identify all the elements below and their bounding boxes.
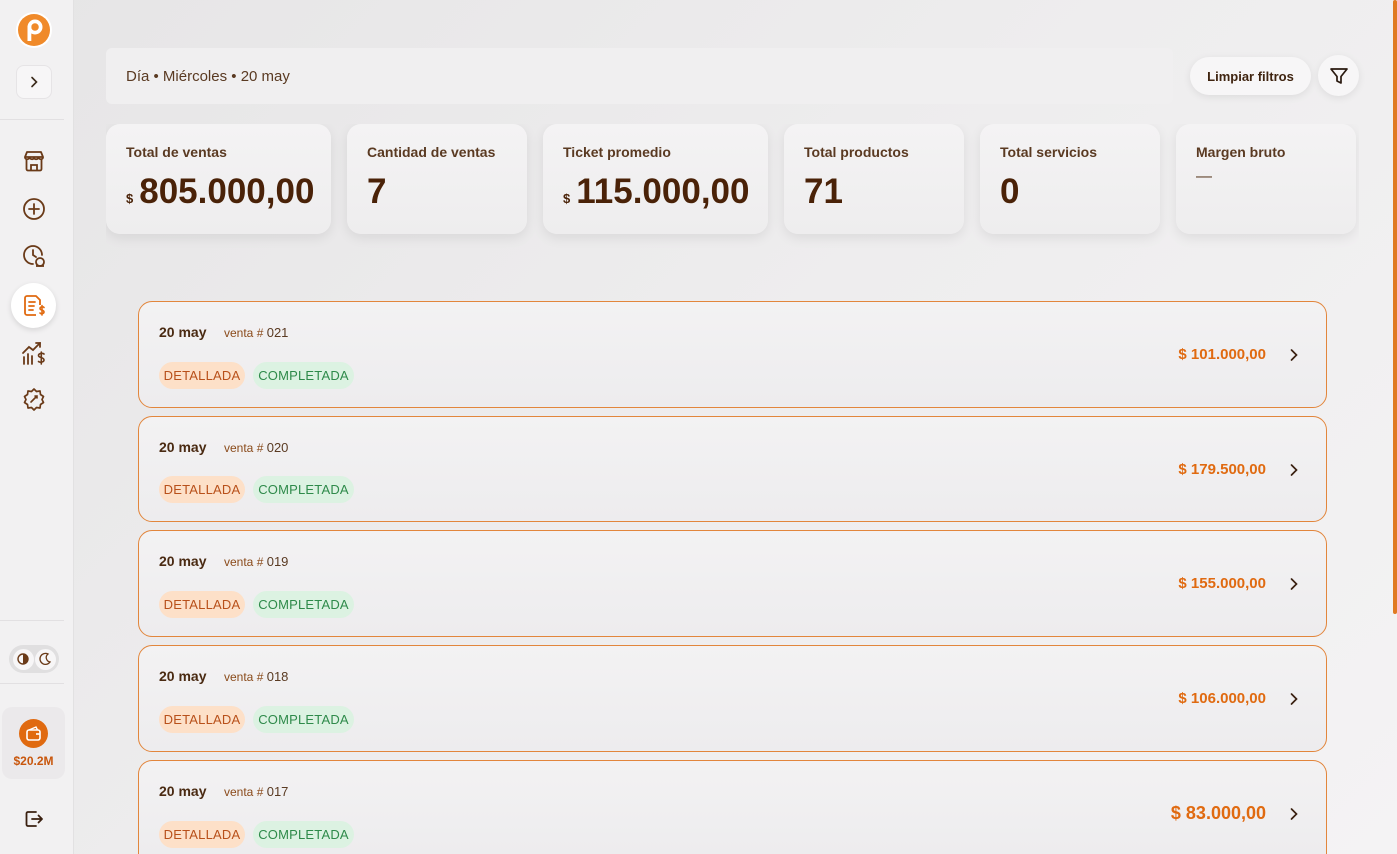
plus-circle-icon [23,198,45,220]
chevron-right-icon [1286,461,1302,479]
stats-strip: Total de ventas $ 805.000,00 Cantidad de… [106,124,1359,250]
stat-label: Cantidad de ventas [367,144,496,160]
stat-value: 0 [1000,172,1140,212]
sale-amount: $ 106.000,00 [1178,690,1266,707]
nav-stats[interactable] [14,333,54,373]
page-scrollbar[interactable] [1393,0,1397,614]
sale-date: 20 may [159,439,207,455]
sale-amount: $ 179.500,00 [1178,461,1266,478]
nav-sales[interactable] [11,283,56,328]
badge-completada: COMPLETADA [253,821,354,848]
sale-date: 20 may [159,324,207,340]
sale-row[interactable]: 20 may venta # 021 DETALLADA COMPLETADA … [138,301,1327,408]
sale-number: venta # 018 [224,669,289,684]
stat-number: 115.000,00 [576,172,750,211]
badge-detallada: DETALLADA [159,476,245,503]
sale-number: venta # 021 [224,325,289,340]
currency-symbol: $ [126,191,134,206]
chevron-right-icon [1286,690,1302,708]
sale-row[interactable]: 20 may venta # 019 DETALLADA COMPLETADA … [138,530,1327,637]
badge-completada: COMPLETADA [253,362,354,389]
nav-new-sale[interactable] [14,189,54,229]
wallet-balance[interactable]: $20.2M [2,707,65,779]
stat-number: — [1196,168,1212,185]
badge-completada: COMPLETADA [253,706,354,733]
sales-document-icon [23,294,45,316]
currency-symbol: $ [563,191,571,206]
badge-detallada: DETALLADA [159,591,245,618]
stat-label: Ticket promedio [563,144,671,160]
stat-margen-bruto: Margen bruto — [1176,124,1356,234]
chevron-right-icon [1286,346,1302,364]
nav-history[interactable] [14,236,54,276]
stat-number: 805.000,00 [139,172,315,211]
filter-button[interactable] [1318,55,1359,96]
funnel-icon [1329,67,1348,84]
stat-number: 71 [804,172,843,211]
chevron-right-icon [1286,575,1302,593]
badge-completada: COMPLETADA [253,476,354,503]
app-logo[interactable] [16,12,52,48]
logout-button[interactable] [18,803,50,835]
badge-completada: COMPLETADA [253,591,354,618]
stat-number: 7 [367,172,387,211]
logout-icon [25,811,43,827]
stat-value: $ 115.000,00 [563,172,750,212]
stat-value: 71 [804,172,944,212]
sale-row[interactable]: 20 may venta # 017 DETALLADA COMPLETADA … [138,760,1327,854]
sale-date: 20 may [159,553,207,569]
history-icon [23,245,45,267]
clear-filters-button[interactable]: Limpiar filtros [1190,57,1311,95]
settings-icon [23,388,45,411]
theme-toggle[interactable] [9,645,59,673]
light-mode-icon[interactable] [12,648,34,670]
stat-total-ventas: Total de ventas $ 805.000,00 [106,124,331,234]
stat-label: Total de ventas [126,144,227,160]
stats-chart-icon [22,342,45,365]
stat-total-productos: Total productos 71 [784,124,964,234]
sidebar-divider [0,620,64,621]
sidebar-expand-button[interactable] [16,65,52,99]
badge-detallada: DETALLADA [159,706,245,733]
sale-amount: $ 155.000,00 [1178,575,1266,592]
chevron-right-icon [1286,805,1302,823]
sale-row[interactable]: 20 may venta # 020 DETALLADA COMPLETADA … [138,416,1327,522]
stat-ticket-promedio: Ticket promedio $ 115.000,00 [543,124,768,234]
stat-label: Total productos [804,144,909,160]
wallet-amount: $20.2M [13,754,54,768]
sale-number: venta # 017 [224,784,289,799]
sale-date: 20 may [159,668,207,684]
stat-value: $ 805.000,00 [126,172,315,212]
stat-cantidad-ventas: Cantidad de ventas 7 [347,124,527,234]
sidebar-divider [0,683,64,684]
sale-amount: $ 83.000,00 [1170,803,1266,823]
badge-detallada: DETALLADA [159,821,245,848]
store-icon [24,151,44,172]
chevron-right-icon [31,76,38,88]
sale-number: venta # 019 [224,554,289,569]
sale-number: venta # 020 [224,440,289,455]
dark-mode-icon[interactable] [34,648,56,670]
sale-amount: $ 101.000,00 [1178,346,1266,363]
sidebar-divider [0,119,64,120]
nav-settings[interactable] [14,380,54,420]
stat-value: 7 [367,172,507,212]
date-filter[interactable]: Día • Miércoles • 20 may [106,48,1173,104]
stat-number: 0 [1000,172,1020,211]
sale-date: 20 may [159,783,207,799]
nav-store[interactable] [14,141,54,181]
date-filter-label: Día • Miércoles • 20 may [126,67,290,85]
wallet-icon [19,719,48,748]
stat-total-servicios: Total servicios 0 [980,124,1160,234]
stat-label: Margen bruto [1196,144,1286,160]
sidebar: $20.2M [0,0,74,854]
stat-label: Total servicios [1000,144,1098,160]
sale-row[interactable]: 20 may venta # 018 DETALLADA COMPLETADA … [138,645,1327,752]
badge-detallada: DETALLADA [159,362,245,389]
